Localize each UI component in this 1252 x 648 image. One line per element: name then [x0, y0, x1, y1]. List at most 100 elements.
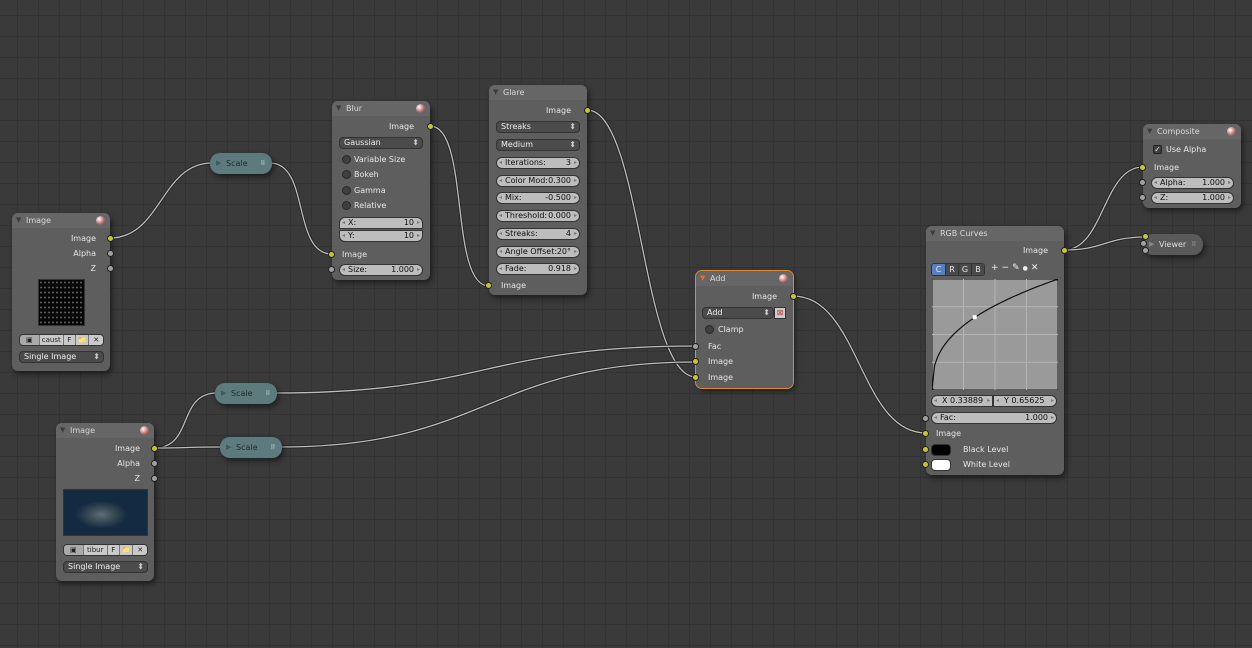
input-image1-socket[interactable]	[692, 358, 699, 365]
expand-icon[interactable]: ▶	[1149, 234, 1154, 255]
input-image-socket[interactable]	[922, 430, 929, 437]
glare-field-iterations[interactable]: Iterations: 3	[496, 157, 580, 169]
delete-point-icon[interactable]: ✕	[1031, 263, 1042, 273]
size-x-field[interactable]: X: 10	[339, 217, 423, 229]
node-link-1[interactable]	[269, 162, 333, 255]
node-link-4[interactable]	[153, 392, 218, 449]
input-alpha-socket[interactable]	[1140, 240, 1147, 247]
zoom-out-icon[interactable]: −	[1002, 263, 1013, 273]
collapse-icon[interactable]: ▼	[700, 271, 705, 286]
zoom-in-icon[interactable]: +	[991, 263, 1002, 273]
channel-b-tab[interactable]: B	[971, 264, 984, 275]
preview-toggle-icon[interactable]	[779, 274, 788, 283]
preview-toggle-icon[interactable]	[96, 216, 105, 225]
input-alpha-socket[interactable]	[1139, 179, 1146, 186]
image-browse-icon[interactable]: ▣	[64, 545, 84, 555]
node-header[interactable]: ▼ Glare	[489, 85, 587, 100]
input-image-socket[interactable]	[485, 282, 492, 289]
image-browse-icon[interactable]: ▣	[20, 335, 40, 345]
image-name-field[interactable]: caust	[39, 335, 64, 345]
preview-toggle-icon[interactable]	[1227, 127, 1236, 136]
input-black-socket[interactable]	[922, 446, 929, 453]
scale-node-1[interactable]: ▶ Scale II	[210, 153, 272, 174]
clipping-icon[interactable]: ●	[1023, 265, 1031, 272]
use-alpha-icon[interactable]: ⊠	[774, 307, 786, 319]
node-link-2[interactable]	[429, 125, 490, 287]
output-alpha-socket[interactable]	[107, 250, 114, 257]
channel-g-tab[interactable]: G	[958, 264, 971, 275]
viewer-node[interactable]: ▶ Viewer II	[1140, 233, 1203, 255]
input-fac-socket[interactable]	[922, 415, 929, 422]
image-browser[interactable]: ▣ tibur F 📁 ✕	[63, 544, 148, 556]
channel-c-tab[interactable]: C	[932, 264, 945, 275]
output-image-socket[interactable]	[427, 123, 434, 130]
curve-point[interactable]	[1056, 279, 1059, 281]
z-field[interactable]: Z: 1.000	[1151, 192, 1234, 204]
glare-field-threshold[interactable]: Threshold:0.000	[496, 210, 580, 223]
curve-point-selected[interactable]	[972, 315, 977, 320]
fake-user-button[interactable]: F	[107, 545, 120, 555]
preview-toggle-icon[interactable]	[140, 426, 149, 435]
node-header[interactable]: ▼ Image	[56, 423, 154, 438]
collapse-icon[interactable]: ▼	[493, 85, 498, 100]
blur-node[interactable]: ▼ Blur Image Gaussian Variable Size Bokeh…	[328, 101, 434, 280]
glare-type-dropdown[interactable]: Streaks	[496, 121, 580, 133]
output-image-socket[interactable]	[1061, 247, 1068, 254]
node-header[interactable]: ▼ Composite	[1143, 124, 1241, 139]
size-y-field[interactable]: Y: 10	[339, 230, 423, 242]
curve-point[interactable]	[932, 388, 934, 391]
image-node-caust[interactable]: ▼ Image Image Alpha Z ▣ caust F 📁 ✕ Single Im…	[12, 213, 114, 371]
node-header[interactable]: ▼ Blur	[332, 101, 430, 116]
relative-checkbox[interactable]	[342, 201, 351, 210]
input-image2-socket[interactable]	[692, 374, 699, 381]
collapse-icon[interactable]: ▼	[930, 226, 935, 241]
quality-dropdown[interactable]: Medium	[496, 139, 580, 151]
scale-node-3[interactable]: ▶ Scale II	[220, 437, 282, 458]
input-image-socket[interactable]	[1139, 164, 1146, 171]
input-image-socket[interactable]	[1142, 233, 1149, 240]
image-node-tibur[interactable]: ▼ Image Image Alpha Z ▣ tibur F 📁 ✕ Single Im…	[56, 423, 158, 581]
alpha-field[interactable]: Alpha: 1.000	[1151, 177, 1234, 189]
node-link-8[interactable]	[792, 295, 927, 434]
rgb-curves-node[interactable]: ▼ RGB Curves Image C R G B +−✎●✕ X 0.3388…	[922, 226, 1068, 475]
unlink-icon[interactable]: ✕	[133, 545, 147, 555]
collapse-icon[interactable]: ▼	[60, 423, 65, 438]
node-link-7[interactable]	[279, 361, 697, 448]
open-folder-icon[interactable]: 📁	[75, 335, 90, 345]
open-folder-icon[interactable]: 📁	[119, 545, 134, 555]
black-level-swatch[interactable]	[931, 444, 951, 456]
source-dropdown[interactable]: Single Image	[19, 351, 104, 363]
expand-icon[interactable]: ▶	[226, 437, 231, 458]
expand-icon[interactable]: ▶	[216, 153, 221, 174]
glare-field-colormod[interactable]: Color Mod:0.300	[496, 174, 580, 187]
point-x-field[interactable]: X 0.33889	[931, 395, 993, 407]
output-z-socket[interactable]	[151, 475, 158, 482]
output-image-socket[interactable]	[790, 293, 797, 300]
input-size-socket[interactable]	[328, 266, 335, 273]
unlink-icon[interactable]: ✕	[89, 335, 103, 345]
node-link-0[interactable]	[109, 162, 213, 239]
glare-field-streaks[interactable]: Streaks: 4	[496, 227, 580, 240]
collapse-icon[interactable]: ▼	[1147, 124, 1152, 139]
input-fac-socket[interactable]	[692, 343, 699, 350]
tools-wrench-icon[interactable]: ✎	[1012, 263, 1023, 273]
output-image-socket[interactable]	[584, 107, 591, 114]
output-image-socket[interactable]	[151, 445, 158, 452]
point-y-field[interactable]: Y 0.65625	[993, 395, 1057, 407]
channel-r-tab[interactable]: R	[945, 264, 958, 275]
node-link-3[interactable]	[586, 109, 697, 378]
node-header[interactable]: ▼ RGB Curves	[926, 226, 1064, 241]
input-z-socket[interactable]	[1139, 194, 1146, 201]
node-header[interactable]: ▼ Add	[696, 271, 793, 286]
source-dropdown[interactable]: Single Image	[63, 561, 148, 573]
glare-field-mix[interactable]: Mix: -0.500	[496, 192, 580, 205]
gamma-checkbox[interactable]	[342, 186, 351, 195]
filter-type-dropdown[interactable]: Gaussian	[339, 137, 423, 149]
node-link-6[interactable]	[274, 345, 697, 394]
clamp-checkbox[interactable]	[705, 325, 714, 334]
composite-node[interactable]: ▼ Composite ✓ Use Alpha Image Alpha: 1.000…	[1139, 124, 1241, 208]
input-image-socket[interactable]	[328, 251, 335, 258]
scale-node-2[interactable]: ▶ Scale II	[215, 383, 277, 404]
curve-graph[interactable]	[932, 279, 1058, 390]
size-field[interactable]: Size: 1.000	[339, 264, 423, 276]
